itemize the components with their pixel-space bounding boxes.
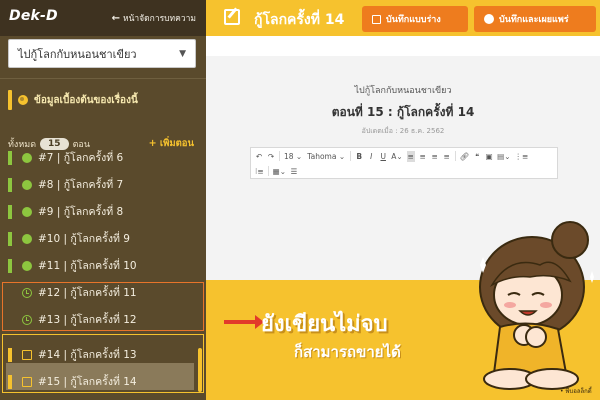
back-link-label: หน้าจัดการบทความ	[122, 14, 196, 24]
status-bar	[8, 151, 12, 165]
clock-icon	[22, 287, 32, 298]
red-arrow-icon	[224, 315, 264, 329]
bullet-list-icon[interactable]: ⁝≡	[255, 166, 264, 177]
save-publish-label: บันทึกและเผยแพร่	[499, 15, 569, 25]
font-family-value: Tahoma	[307, 151, 337, 161]
redo-icon[interactable]: ↷	[267, 151, 275, 162]
story-select[interactable]: ไปกู้โลกกับหนอนชาเขียว ▼	[8, 39, 196, 68]
back-to-manage-link[interactable]: ← หน้าจัดการบทความ	[112, 11, 196, 25]
sidebar-header: Dek-D ← หน้าจัดการบทความ	[0, 0, 206, 36]
save-draft-button[interactable]: บันทึกแบบร่าง	[362, 6, 468, 32]
back-arrow-icon: ←	[111, 12, 120, 24]
numbered-list-icon[interactable]: ⋮≡	[515, 151, 529, 162]
top-bar: กู้โลกครั้งที่ 14 บันทึกแบบร่าง บันทึกแล…	[206, 0, 600, 36]
episode-label: #14 | กู้โลกครั้งที่ 13	[38, 349, 137, 361]
status-bar	[8, 375, 12, 389]
episode-label: #11 | กู้โลกครั้งที่ 10	[38, 260, 137, 272]
draft-icon	[22, 349, 32, 360]
image-icon[interactable]: ▣	[485, 151, 493, 162]
promo-headline: ยังเขียนไม่จบ	[261, 312, 388, 337]
story-select-value: ไปกู้โลกกับหนอนชาเขียว	[18, 47, 137, 61]
horizontal-rule-icon[interactable]: ☰	[290, 166, 298, 177]
media-icon[interactable]: ▤⌄	[497, 151, 510, 162]
globe-icon	[22, 206, 32, 217]
illustration-credit: • พี่บอลล็กดี้	[560, 388, 592, 395]
font-family-select[interactable]: Tahoma ⌄	[306, 151, 346, 162]
episode-item[interactable]: #11 | กู้โลกครั้งที่ 10	[0, 252, 206, 279]
toolbar-separator	[279, 151, 280, 161]
underline-icon[interactable]: U	[379, 151, 387, 162]
link-icon[interactable]: 🔗︎	[460, 151, 470, 162]
globe-icon	[22, 233, 32, 244]
status-bar	[8, 205, 12, 219]
dekd-logo[interactable]: Dek-D	[9, 8, 58, 24]
font-size-value: 18	[284, 151, 294, 161]
globe-icon	[22, 179, 32, 190]
clock-icon	[22, 314, 32, 325]
status-bar	[8, 178, 12, 192]
sidebar-divider	[0, 78, 206, 79]
align-left-icon[interactable]: ≡	[406, 150, 415, 162]
edit-icon	[224, 9, 240, 25]
episode-item[interactable]: #10 | กู้โลกครั้งที่ 9	[0, 225, 206, 252]
promo-subline: ก็สามารถขายได้	[294, 343, 401, 361]
chevron-down-icon: ▼	[179, 48, 186, 59]
episode-label: #8 | กู้โลกครั้งที่ 7	[38, 179, 124, 191]
save-publish-button[interactable]: บันทึกและเผยแพร่	[474, 6, 596, 32]
save-draft-label: บันทึกแบบร่าง	[386, 15, 441, 25]
draft-icon	[22, 376, 32, 387]
episode-item[interactable]: #7 | กู้โลกครั้งที่ 6	[0, 144, 206, 171]
toolbar-separator	[454, 151, 456, 161]
text-color-icon[interactable]: A⌄	[391, 151, 402, 162]
save-icon	[372, 14, 381, 24]
justify-icon[interactable]: ≡	[443, 151, 451, 162]
episode-item[interactable]: #12 | กู้โลกครั้งที่ 11	[0, 279, 206, 306]
chapter-title: ตอนที่ 15 : กู้โลกครั้งที่ 14	[331, 105, 475, 119]
story-info-label: ข้อมูลเบื้องต้นของเรื่องนี้	[34, 94, 138, 106]
episode-item[interactable]: #8 | กู้โลกครั้งที่ 7	[0, 171, 206, 198]
updated-date: อัปเดตเมื่อ : 26 ธ.ค. 2562	[361, 127, 445, 135]
align-center-icon[interactable]: ≡	[419, 151, 427, 162]
episode-item[interactable]: #13 | กู้โลกครั้งที่ 12	[0, 306, 206, 333]
globe-icon	[484, 14, 494, 24]
episode-item[interactable]: #9 | กู้โลกครั้งที่ 8	[0, 198, 206, 225]
status-bar	[8, 90, 12, 110]
episode-label: #9 | กู้โลกครั้งที่ 8	[38, 206, 124, 218]
toolbar-row: ↶ ↷ 18 ⌄ Tahoma ⌄ B I U A⌄ ≡ ≡ ≡ ≡ 🔗︎ ❝ …	[255, 149, 528, 163]
sidebar: Dek-D ← หน้าจัดการบทความ ไปกู้โลกกับหนอน…	[0, 0, 206, 400]
episode-label: #13 | กู้โลกครั้งที่ 12	[38, 314, 137, 326]
episode-list: #7 | กู้โลกครั้งที่ 6 #8 | กู้โลกครั้งที…	[0, 150, 206, 395]
bold-icon[interactable]: B	[355, 151, 363, 162]
toolbar-row: ⁝≡ ▦⌄ ☰	[255, 164, 298, 178]
toolbar-separator	[267, 166, 269, 176]
globe-icon	[22, 260, 32, 271]
story-info-link[interactable]: ข้อมูลเบื้องต้นของเรื่องนี้	[8, 90, 138, 110]
episode-item[interactable]: #14 | กู้โลกครั้งที่ 13	[0, 341, 206, 368]
quote-icon[interactable]: ❝	[473, 151, 481, 162]
episode-label: #12 | กู้โลกครั้งที่ 11	[38, 287, 137, 299]
status-bar	[8, 348, 12, 362]
episode-item-active[interactable]: #15 | กู้โลกครั้งที่ 14	[0, 368, 206, 395]
episode-label: #15 | กู้โลกครั้งที่ 14	[38, 376, 137, 388]
italic-icon[interactable]: I	[367, 151, 375, 162]
globe-icon	[18, 95, 28, 105]
mascot-girl-illustration	[479, 221, 594, 390]
undo-icon[interactable]: ↶	[255, 151, 263, 162]
sidebar-scrollbar[interactable]	[198, 348, 202, 392]
page-title: กู้โลกครั้งที่ 14	[254, 12, 345, 28]
globe-icon	[22, 152, 32, 163]
editor-toolbar: ↶ ↷ 18 ⌄ Tahoma ⌄ B I U A⌄ ≡ ≡ ≡ ≡ 🔗︎ ❝ …	[250, 147, 558, 179]
episode-label: #10 | กู้โลกครั้งที่ 9	[38, 233, 130, 245]
status-bar	[8, 232, 12, 246]
table-icon[interactable]: ▦⌄	[273, 166, 286, 177]
toolbar-separator	[350, 151, 352, 161]
font-size-select[interactable]: 18 ⌄	[284, 151, 302, 162]
status-bar	[8, 259, 12, 273]
editor-header-strip	[206, 36, 600, 56]
story-breadcrumb[interactable]: ไปกู้โลกกับหนอนชาเขียว	[206, 83, 600, 97]
episode-label: #7 | กู้โลกครั้งที่ 6	[38, 152, 124, 164]
align-right-icon[interactable]: ≡	[431, 151, 439, 162]
